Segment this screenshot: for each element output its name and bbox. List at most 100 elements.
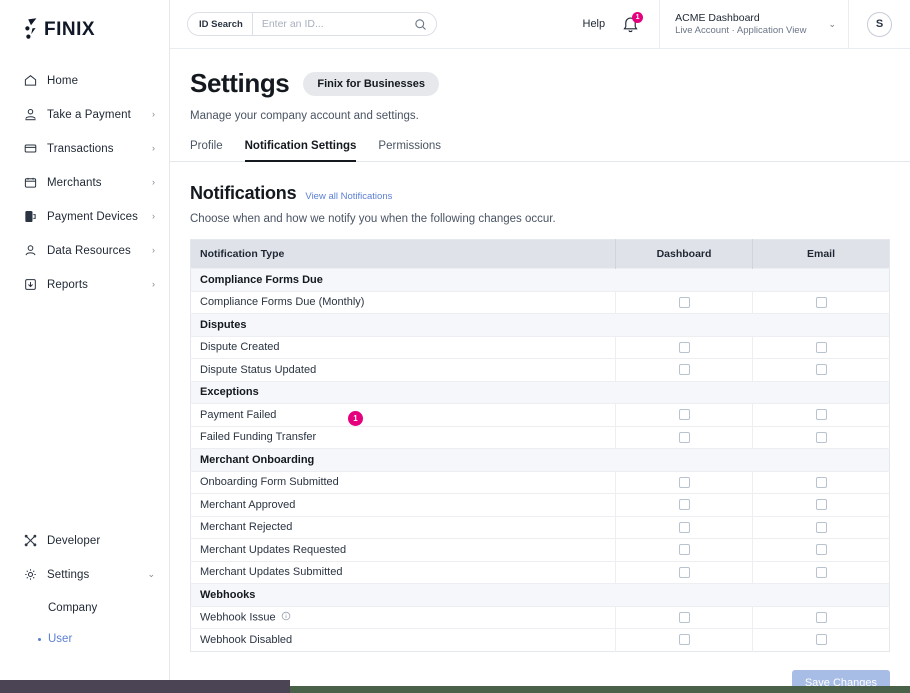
tab-permissions[interactable]: Permissions bbox=[378, 140, 441, 162]
table-row: Payment Failed bbox=[190, 403, 890, 426]
email-checkbox[interactable] bbox=[815, 431, 827, 443]
email-checkbox[interactable] bbox=[815, 521, 827, 533]
email-checkbox[interactable] bbox=[815, 499, 827, 511]
dashboard-checkbox[interactable] bbox=[678, 544, 690, 556]
sidebar-item-developer[interactable]: Developer bbox=[0, 530, 169, 551]
sidebar-item-settings[interactable]: Settings ⌄ bbox=[0, 564, 169, 585]
notification-type-cell: Dispute Status Updated bbox=[190, 358, 616, 381]
dashboard-checkbox[interactable] bbox=[678, 296, 690, 308]
view-all-notifications-link[interactable]: View all Notifications bbox=[305, 191, 392, 202]
table-group-row: Webhooks bbox=[190, 583, 890, 606]
notification-type-cell: Merchant Approved bbox=[190, 493, 616, 516]
account-labels: ACME Dashboard Live Account · Applicatio… bbox=[675, 11, 806, 38]
sidebar-item-label: Settings bbox=[47, 568, 90, 581]
chevron-right-icon: › bbox=[152, 245, 155, 255]
finix-logo[interactable]: FINIX bbox=[0, 0, 169, 56]
email-checkbox[interactable] bbox=[815, 341, 827, 353]
sidebar-item-merchants[interactable]: Merchants › bbox=[0, 172, 169, 193]
account-context: Live Account · Application View bbox=[675, 24, 807, 36]
chevron-down-icon: ⌄ bbox=[828, 18, 836, 29]
dashboard-checkbox[interactable] bbox=[678, 431, 690, 443]
sidebar-item-label: Data Resources bbox=[47, 244, 131, 257]
notification-type-label: Merchant Approved bbox=[200, 498, 296, 511]
dashboard-checkbox[interactable] bbox=[678, 634, 690, 646]
chevron-right-icon: › bbox=[152, 177, 155, 187]
table-row: Merchant Updates Submitted bbox=[190, 560, 890, 584]
sidebar-item-reports[interactable]: Reports › bbox=[0, 274, 169, 295]
email-checkbox[interactable] bbox=[815, 566, 827, 578]
notification-type-label: Merchant Updates Submitted bbox=[200, 566, 343, 579]
search-icon[interactable] bbox=[414, 18, 436, 31]
sidebar: FINIX Home Take a Payment › Transactions… bbox=[0, 0, 170, 686]
dashboard-checkbox[interactable] bbox=[678, 409, 690, 421]
email-checkbox[interactable] bbox=[815, 364, 827, 376]
email-checkbox-cell bbox=[752, 470, 890, 494]
home-icon bbox=[23, 74, 37, 88]
table-group-label: Exceptions bbox=[190, 380, 890, 404]
notification-type-cell: Failed Funding Transfer bbox=[190, 425, 616, 449]
table-row: Merchant Rejected bbox=[190, 515, 890, 539]
sidebar-item-payment-devices[interactable]: Payment Devices › bbox=[0, 206, 169, 227]
tab-profile[interactable]: Profile bbox=[190, 140, 223, 162]
email-checkbox-cell bbox=[752, 515, 890, 539]
info-icon[interactable] bbox=[281, 611, 291, 624]
table-group-row: Merchant Onboarding bbox=[190, 448, 890, 471]
id-search-box[interactable]: ID Search bbox=[187, 12, 437, 36]
dashboard-checkbox[interactable] bbox=[678, 566, 690, 578]
column-header-notification-type: Notification Type bbox=[190, 239, 616, 269]
sidebar-item-label: Transactions bbox=[47, 142, 114, 155]
notification-type-label: Onboarding Form Submitted bbox=[200, 476, 339, 489]
email-checkbox[interactable] bbox=[815, 296, 827, 308]
email-checkbox-cell bbox=[752, 335, 890, 359]
table-row: Merchant Updates Requested bbox=[190, 538, 890, 561]
window-bottom-edge bbox=[0, 680, 290, 693]
table-group-label: Merchant Onboarding bbox=[190, 448, 890, 471]
sidebar-item-home[interactable]: Home bbox=[0, 70, 169, 91]
dashboard-checkbox[interactable] bbox=[678, 521, 690, 533]
help-link[interactable]: Help bbox=[583, 18, 606, 30]
sidebar-subitem-company[interactable]: Company bbox=[0, 598, 169, 618]
sidebar-item-take-a-payment[interactable]: Take a Payment › bbox=[0, 104, 169, 125]
dashboard-checkbox[interactable] bbox=[678, 611, 690, 623]
save-changes-button[interactable]: Save Changes bbox=[791, 669, 890, 686]
email-checkbox[interactable] bbox=[815, 634, 827, 646]
email-checkbox[interactable] bbox=[815, 409, 827, 421]
email-checkbox-cell bbox=[752, 425, 890, 449]
sidebar-item-label: Take a Payment bbox=[47, 108, 131, 121]
dashboard-checkbox-cell bbox=[615, 538, 753, 561]
sidebar-item-transactions[interactable]: Transactions › bbox=[0, 138, 169, 159]
notification-count-badge: 1 bbox=[632, 11, 644, 23]
table-row: Webhook Disabled bbox=[190, 628, 890, 651]
search-input[interactable] bbox=[252, 18, 414, 30]
avatar-container: S bbox=[848, 0, 910, 48]
page-content: Settings Finix for Businesses Manage you… bbox=[170, 49, 910, 686]
account-switcher[interactable]: ACME Dashboard Live Account · Applicatio… bbox=[659, 0, 848, 48]
notification-type-label: Failed Funding Transfer bbox=[200, 431, 317, 444]
table-group-row: Exceptions bbox=[190, 380, 890, 404]
chevron-right-icon: › bbox=[152, 143, 155, 153]
table-row: Merchant Approved bbox=[190, 493, 890, 516]
table-group-row: Compliance Forms Due bbox=[190, 268, 890, 291]
dashboard-checkbox[interactable] bbox=[678, 364, 690, 376]
email-checkbox[interactable] bbox=[815, 544, 827, 556]
merchants-icon bbox=[23, 176, 37, 190]
notification-type-cell: Compliance Forms Due (Monthly) bbox=[190, 290, 616, 314]
svg-text:FINIX: FINIX bbox=[44, 19, 95, 40]
email-checkbox[interactable] bbox=[815, 476, 827, 488]
dashboard-checkbox[interactable] bbox=[678, 499, 690, 511]
dashboard-checkbox[interactable] bbox=[678, 341, 690, 353]
sidebar-item-data-resources[interactable]: Data Resources › bbox=[0, 240, 169, 261]
avatar[interactable]: S bbox=[867, 11, 892, 37]
email-checkbox-cell bbox=[752, 493, 890, 516]
notification-type-cell: Merchant Updates Submitted bbox=[190, 560, 616, 584]
email-checkbox[interactable] bbox=[815, 611, 827, 623]
sidebar-subitem-label: User bbox=[48, 633, 73, 645]
notification-type-label: Compliance Forms Due (Monthly) bbox=[200, 296, 365, 309]
sidebar-subitem-user[interactable]: User bbox=[0, 629, 169, 649]
notifications-bell-button[interactable]: 1 bbox=[622, 11, 644, 34]
dashboard-checkbox[interactable] bbox=[678, 476, 690, 488]
tab-notification-settings[interactable]: Notification Settings bbox=[244, 140, 357, 162]
table-row: Onboarding Form Submitted bbox=[190, 470, 890, 494]
notification-type-label: Dispute Created bbox=[200, 341, 280, 354]
notification-type-label: Webhook Disabled bbox=[200, 633, 293, 646]
